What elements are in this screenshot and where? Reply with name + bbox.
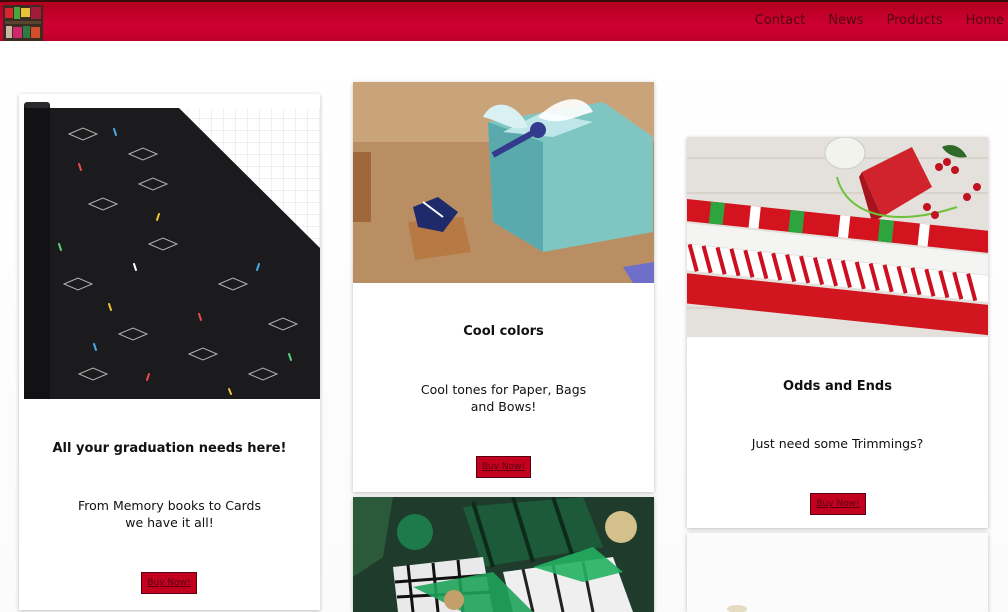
- card-title: All your graduation needs here!: [52, 441, 287, 456]
- card-description: From Memory books to Cards we have it al…: [78, 498, 261, 530]
- card-description: Just need some Trimmings?: [751, 436, 924, 451]
- store-logo-icon[interactable]: [3, 5, 43, 41]
- product-card-graduation: All your graduation needs here! From Mem…: [19, 94, 320, 610]
- card-title: Odds and Ends: [783, 379, 892, 394]
- buy-now-button[interactable]: Buy Now!: [141, 572, 197, 594]
- nav-products-link[interactable]: Products: [886, 13, 942, 28]
- product-card-holiday-plaid: [353, 497, 654, 612]
- buy-now-button[interactable]: Buy Now!: [810, 493, 866, 515]
- product-card-odds-and-ends: Odds and Ends Just need some Trimmings? …: [687, 137, 988, 528]
- cool-colors-gift-image: [353, 82, 654, 283]
- buy-now-button[interactable]: Buy Now!: [476, 456, 531, 478]
- main-nav: Contact News Products Home: [732, 13, 1004, 28]
- card-description: Cool tones for Paper, Bags and Bows!: [420, 382, 587, 414]
- holiday-plaid-gift-image: [353, 497, 654, 612]
- product-card-partial: [687, 533, 988, 612]
- product-card-cool-colors: Cool colors Cool tones for Paper, Bags a…: [353, 82, 654, 492]
- product-card-partial-image: [687, 533, 988, 612]
- nav-news-link[interactable]: News: [828, 13, 863, 28]
- nav-contact-link[interactable]: Contact: [755, 13, 806, 28]
- odds-and-ends-wrap-image: [687, 137, 988, 337]
- top-navbar: Contact News Products Home: [0, 0, 1008, 41]
- nav-home-link[interactable]: Home: [966, 13, 1004, 28]
- graduation-wrap-image: [19, 94, 320, 399]
- card-title: Cool colors: [463, 324, 544, 339]
